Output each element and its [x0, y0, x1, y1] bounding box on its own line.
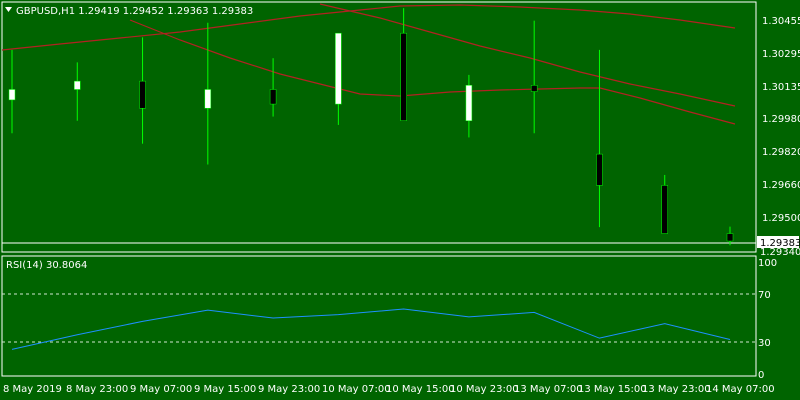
candle-body[interactable] [465, 85, 473, 121]
time-tick: 9 May 23:00 [258, 384, 320, 395]
time-tick: 13 May 07:00 [514, 384, 583, 395]
price-tick: 1.30455 [762, 16, 800, 27]
price-tick: 1.30295 [762, 49, 800, 60]
time-axis: 8 May 2019 8 May 23:00 9 May 07:00 9 May… [3, 384, 775, 395]
candle-body[interactable] [74, 80, 81, 90]
price-tick: 1.29500 [762, 213, 800, 224]
price-tick: 1.29820 [762, 147, 800, 158]
time-tick: 9 May 15:00 [194, 384, 256, 395]
rsi-tick: 100 [758, 258, 777, 269]
time-tick: 10 May 23:00 [450, 384, 519, 395]
candle-body[interactable] [400, 32, 407, 121]
price-tick: 1.29660 [762, 180, 800, 191]
candle-body[interactable] [661, 185, 668, 234]
time-tick: 9 May 07:00 [130, 384, 192, 395]
price-tick: 1.29980 [762, 114, 800, 125]
time-tick: 10 May 15:00 [386, 384, 455, 395]
rsi-indicator-label: RSI(14) 30.8064 [6, 260, 87, 271]
chart-background [0, 0, 800, 400]
candle-body[interactable] [204, 89, 212, 109]
time-tick: 14 May 07:00 [706, 384, 775, 395]
time-tick: 10 May 07:00 [322, 384, 391, 395]
time-tick: 8 May 2019 [3, 384, 62, 395]
candle-body[interactable] [269, 89, 277, 105]
time-tick: 8 May 23:00 [66, 384, 128, 395]
candle-body[interactable] [8, 89, 16, 101]
candle-body[interactable] [726, 233, 734, 242]
time-tick: 13 May 15:00 [578, 384, 647, 395]
price-tick: 1.30135 [762, 82, 800, 93]
rsi-tick: 0 [758, 370, 764, 381]
chart-terminal[interactable]: GBPUSD,H1 1.29419 1.29452 1.29363 1.2938… [0, 0, 800, 400]
rsi-tick: 70 [758, 290, 771, 301]
candle-body[interactable] [530, 85, 538, 92]
candle-body[interactable] [335, 32, 342, 105]
symbol-ohlc-label: GBPUSD,H1 1.29419 1.29452 1.29363 1.2938… [16, 6, 253, 17]
candle-body[interactable] [596, 153, 603, 186]
price-tick-lower: 1.29340 [760, 247, 800, 258]
candle-body[interactable] [139, 80, 146, 109]
time-tick: 13 May 23:00 [642, 384, 711, 395]
rsi-tick: 30 [758, 338, 771, 349]
